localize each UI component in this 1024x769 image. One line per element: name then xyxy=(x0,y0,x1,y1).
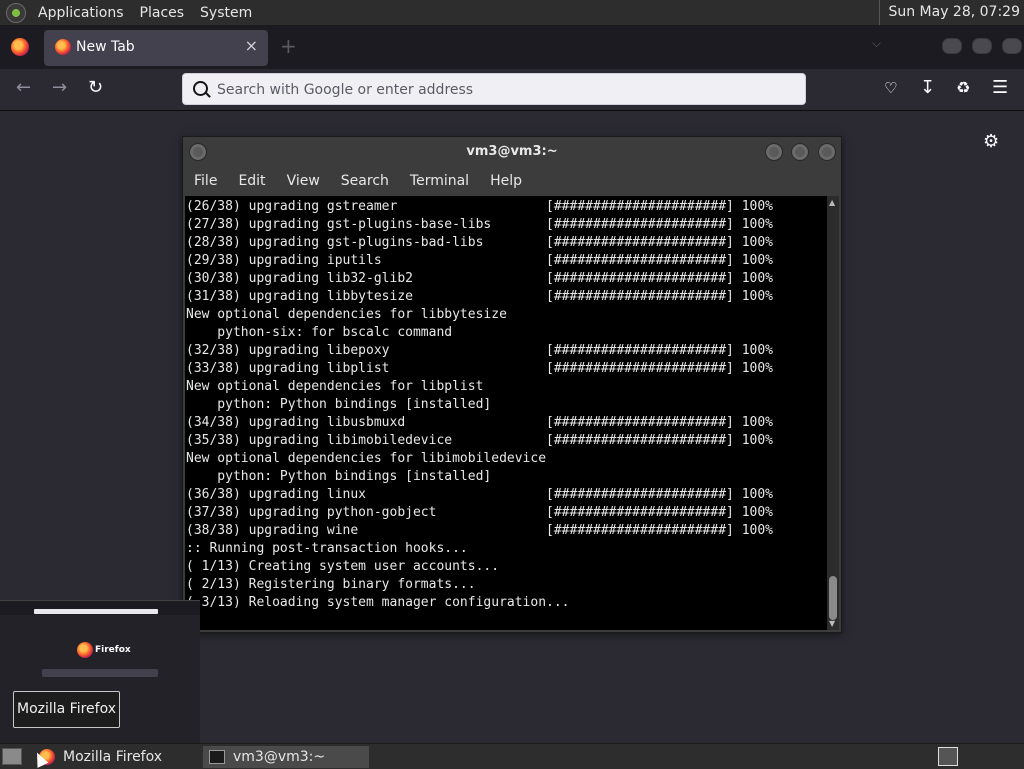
maximize-button[interactable] xyxy=(972,38,992,54)
pocket-icon[interactable]: ♡ xyxy=(884,79,897,97)
terminal-window[interactable]: vm3@vm3:~ File Edit View Search Terminal… xyxy=(182,136,842,633)
list-all-tabs-icon[interactable]: ⌵ xyxy=(872,36,881,51)
preview-logo-text: Firefox xyxy=(95,645,131,655)
places-menu[interactable]: Places xyxy=(132,5,193,21)
terminal-icon xyxy=(209,750,225,764)
terminal-titlebar[interactable]: vm3@vm3:~ xyxy=(183,137,841,167)
close-tab-icon[interactable]: × xyxy=(245,36,258,55)
menu-help[interactable]: Help xyxy=(479,173,532,189)
close-button[interactable] xyxy=(818,143,836,161)
downloads-icon[interactable]: ↧ xyxy=(920,79,935,97)
scrollbar-thumb[interactable] xyxy=(829,576,837,620)
top-panel: Applications Places System Sun May 28, 0… xyxy=(0,0,1024,26)
workspace-switcher[interactable] xyxy=(938,747,958,766)
terminal-scrollbar[interactable]: ▲ ▼ xyxy=(827,196,839,630)
menu-icon[interactable]: ☰ xyxy=(992,79,1008,97)
tab-new-tab[interactable]: New Tab × xyxy=(44,30,268,66)
forward-icon[interactable]: → xyxy=(52,79,67,97)
menu-view[interactable]: View xyxy=(276,173,330,189)
taskbar-item-label: vm3@vm3:~ xyxy=(233,749,326,765)
minimize-button[interactable] xyxy=(765,143,783,161)
system-menu[interactable]: System xyxy=(192,5,260,21)
applications-menu[interactable]: Applications xyxy=(30,5,132,21)
terminal-output: (26/38) upgrading gstreamer [###########… xyxy=(186,199,773,610)
new-tab-button[interactable]: + xyxy=(280,34,297,58)
scroll-up-icon[interactable]: ▲ xyxy=(829,198,835,207)
menu-terminal[interactable]: Terminal xyxy=(399,173,479,189)
maximize-button[interactable] xyxy=(791,143,809,161)
top-menubar: Applications Places System xyxy=(30,0,260,25)
taskbar-item-terminal[interactable]: vm3@vm3:~ xyxy=(203,746,369,768)
firefox-tab-icon xyxy=(55,39,71,55)
clock[interactable]: Sun May 28, 07:29 xyxy=(879,0,1020,25)
menu-edit[interactable]: Edit xyxy=(227,173,275,189)
firefox-view-icon[interactable] xyxy=(11,38,29,56)
extensions-icon[interactable]: ♻ xyxy=(956,79,970,97)
minimize-button[interactable] xyxy=(942,38,962,54)
settings-icon[interactable]: ⚙ xyxy=(983,131,999,152)
firefox-logo-icon xyxy=(77,642,93,658)
search-icon xyxy=(193,81,208,96)
tab-title: New Tab xyxy=(76,39,135,55)
url-bar[interactable] xyxy=(182,73,806,105)
navigation-toolbar: ← → ↻ ♡ ↧ ♻ ☰ xyxy=(0,69,1024,111)
menu-search[interactable]: Search xyxy=(330,173,399,189)
preview-search xyxy=(42,669,158,677)
tooltip: Mozilla Firefox xyxy=(13,691,120,728)
menu-file[interactable]: File xyxy=(183,173,227,189)
taskbar-item-label: Mozilla Firefox xyxy=(63,749,163,765)
reload-icon[interactable]: ↻ xyxy=(88,79,103,97)
terminal-title: vm3@vm3:~ xyxy=(466,144,558,159)
taskbar-item-firefox[interactable]: Mozilla Firefox xyxy=(35,746,201,768)
terminal-menubar: File Edit View Search Terminal Help xyxy=(183,167,841,195)
bottom-panel: Mozilla Firefox vm3@vm3:~ xyxy=(0,743,1024,769)
scroll-down-icon[interactable]: ▼ xyxy=(829,619,835,628)
address-input[interactable] xyxy=(215,79,779,101)
show-desktop-icon[interactable] xyxy=(2,748,22,765)
back-icon[interactable]: ← xyxy=(16,79,31,97)
distro-logo-icon[interactable] xyxy=(6,2,26,23)
close-window-button[interactable] xyxy=(1002,38,1022,54)
terminal-screen[interactable]: (26/38) upgrading gstreamer [###########… xyxy=(185,196,827,630)
tab-bar: New Tab × + ⌵ xyxy=(0,26,1024,69)
preview-urlbar xyxy=(34,609,158,614)
